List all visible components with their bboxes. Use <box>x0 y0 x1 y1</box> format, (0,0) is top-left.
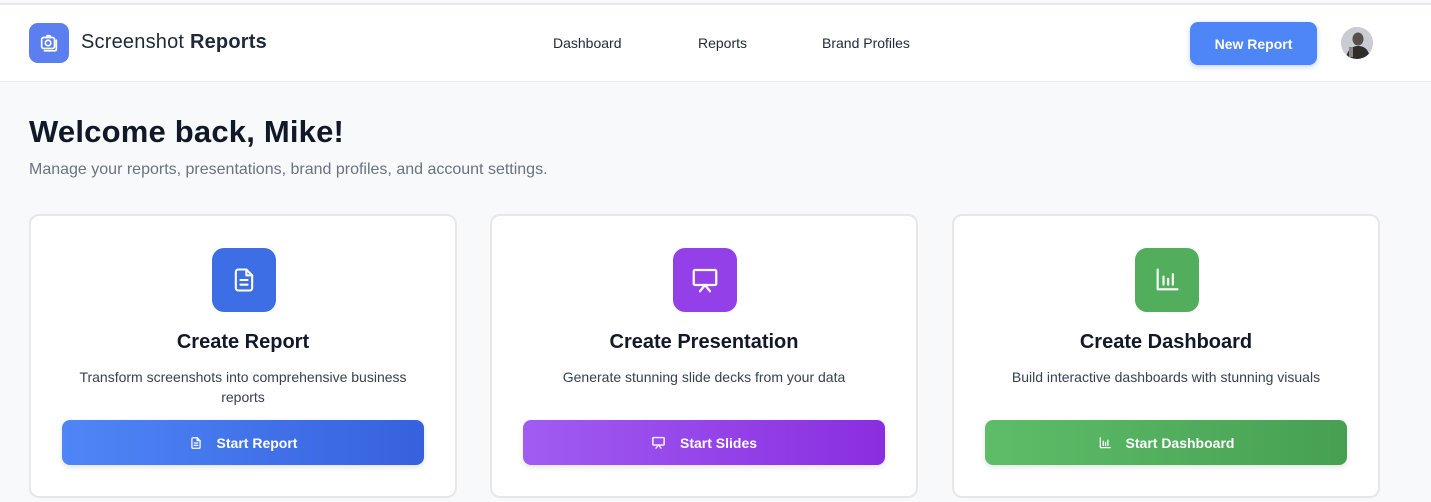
logo[interactable] <box>29 23 69 63</box>
presentation-icon <box>692 268 718 293</box>
card-title: Create Presentation <box>609 331 799 353</box>
card-title: Create Dashboard <box>1079 331 1253 353</box>
bar-chart-icon <box>1099 436 1111 448</box>
app-title-bold: Reports <box>189 31 267 53</box>
card-title: Create Report <box>176 331 310 353</box>
page-title: Welcome back, Mike! <box>29 114 345 149</box>
start-report-button[interactable]: Start Report <box>62 420 424 465</box>
button-label: Start Dashboard <box>1125 434 1235 451</box>
create-presentation-card: Create Presentation Generate stunning sl… <box>490 214 918 498</box>
start-slides-button[interactable]: Start Slides <box>523 420 885 465</box>
nav-reports[interactable]: Reports <box>698 35 747 51</box>
app-title: Screenshot Reports <box>81 31 267 54</box>
card-icon-container <box>673 248 737 312</box>
create-report-card: Create Report Transform screenshots into… <box>29 214 457 498</box>
app-title-regular: Screenshot <box>81 31 190 53</box>
presentation-icon <box>652 436 665 449</box>
card-description: Generate stunning slide decks from your … <box>562 369 846 385</box>
bar-chart-icon <box>1156 268 1179 291</box>
card-description: Transform screenshots into comprehensive… <box>79 369 407 405</box>
button-label: Start Report <box>216 434 298 451</box>
nav-brand-profiles[interactable]: Brand Profiles <box>822 35 910 51</box>
create-dashboard-card: Create Dashboard Build interactive dashb… <box>952 214 1380 498</box>
page-subtitle: Manage your reports, presentations, bran… <box>29 161 548 178</box>
button-label: Start Slides <box>679 434 758 451</box>
start-dashboard-button[interactable]: Start Dashboard <box>985 420 1347 465</box>
nav-dashboard[interactable]: Dashboard <box>553 35 622 51</box>
camera-icon <box>40 34 58 52</box>
card-icon-container <box>212 248 276 312</box>
document-icon <box>190 436 201 449</box>
user-avatar-icon <box>1341 27 1373 59</box>
card-description: Build interactive dashboards with stunni… <box>1011 369 1321 385</box>
card-icon-container <box>1135 248 1199 312</box>
document-icon <box>234 268 254 292</box>
navbar: Screenshot Reports Dashboard Reports Bra… <box>0 5 1431 82</box>
avatar[interactable] <box>1341 27 1373 59</box>
new-report-button[interactable]: New Report <box>1190 22 1317 65</box>
